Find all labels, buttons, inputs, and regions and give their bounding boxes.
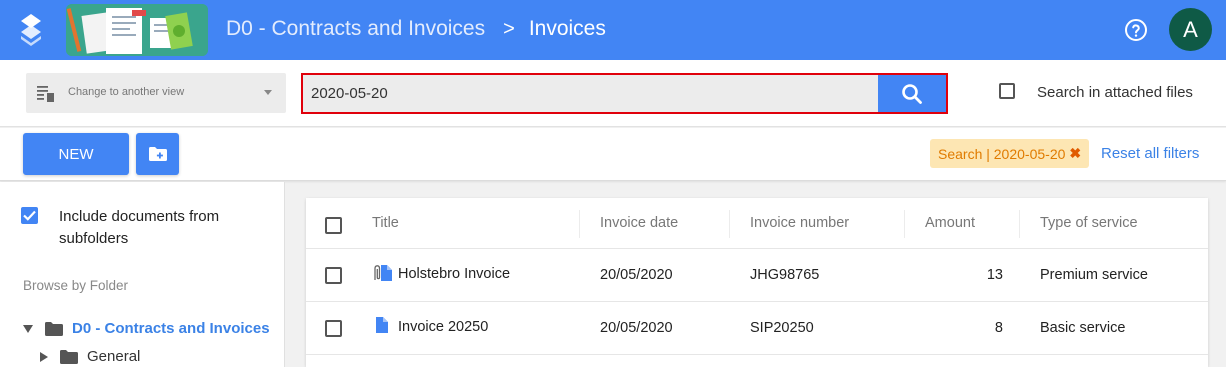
library-banner-image — [66, 4, 208, 56]
collapsed-caret-icon[interactable] — [40, 351, 48, 362]
row-title[interactable]: Invoice 20250 — [398, 319, 488, 335]
column-divider — [1019, 210, 1020, 238]
row-invoice-number: JHG98765 — [750, 267, 820, 283]
app-logo-icon[interactable] — [18, 14, 44, 46]
search-icon — [902, 83, 922, 104]
folder-tree-label: D0 - Contracts and Invoices — [72, 320, 270, 337]
view-select[interactable]: Change to another view — [26, 73, 286, 113]
row-type-of-service: Basic service — [1040, 320, 1126, 336]
folder-tree-item-root[interactable]: D0 - Contracts and Invoices — [23, 320, 270, 337]
search-filter-chip[interactable]: Search | 2020-05-20 ✖ — [930, 139, 1090, 168]
documents-table: Title Invoice date Invoice number Amount… — [306, 198, 1208, 367]
breadcrumb-separator-icon: > — [503, 17, 515, 40]
row-checkbox[interactable] — [325, 267, 342, 284]
table-row[interactable]: Invoice 20250 20/05/2020 SIP20250 8 Basi… — [306, 302, 1208, 355]
row-amount: 13 — [986, 267, 1003, 283]
folder-add-icon — [148, 147, 167, 161]
folder-icon — [45, 321, 63, 336]
search-attached-files-label: Search in attached files — [1037, 84, 1193, 101]
reset-filters-link[interactable]: Reset all filters — [1101, 145, 1199, 162]
search-box — [301, 73, 948, 114]
folder-tree-item-general[interactable]: General — [40, 348, 140, 365]
column-header-invoice-date[interactable]: Invoice date — [600, 215, 678, 231]
row-title[interactable]: Holstebro Invoice — [398, 266, 510, 282]
column-header-title[interactable]: Title — [372, 215, 399, 231]
expanded-caret-icon[interactable] — [23, 324, 33, 333]
column-header-invoice-number[interactable]: Invoice number — [750, 215, 849, 231]
search-input[interactable] — [303, 75, 876, 112]
chevron-down-icon — [264, 90, 272, 95]
include-subfolders-checkbox[interactable] — [21, 207, 38, 224]
folder-icon — [60, 349, 78, 364]
new-button[interactable]: NEW — [23, 133, 129, 175]
list-view-icon — [37, 86, 54, 102]
app-header: D0 - Contracts and Invoices > Invoices A — [0, 0, 1226, 60]
view-select-label: Change to another view — [68, 86, 185, 98]
help-icon[interactable] — [1124, 18, 1148, 42]
table-header-row: Title Invoice date Invoice number Amount… — [306, 198, 1208, 249]
row-amount: 8 — [994, 320, 1003, 336]
search-button[interactable] — [878, 75, 946, 112]
row-checkbox[interactable] — [325, 320, 342, 337]
column-divider — [729, 210, 730, 238]
search-row: Change to another view Search in attache… — [0, 60, 1226, 127]
select-all-checkbox[interactable] — [325, 217, 342, 234]
column-header-amount[interactable]: Amount — [925, 215, 975, 231]
new-folder-button[interactable] — [136, 133, 179, 175]
sidebar: Include documents from subfolders Browse… — [0, 182, 285, 367]
breadcrumb-parent[interactable]: D0 - Contracts and Invoices — [226, 17, 485, 41]
browse-by-folder-heading: Browse by Folder — [23, 278, 129, 293]
document-icon — [376, 317, 388, 333]
user-avatar[interactable]: A — [1169, 8, 1212, 51]
search-attached-files-checkbox[interactable] — [999, 83, 1015, 99]
row-type-of-service: Premium service — [1040, 267, 1148, 283]
table-row[interactable]: Holstebro Invoice 20/05/2020 JHG98765 13… — [306, 249, 1208, 302]
breadcrumb: D0 - Contracts and Invoices > Invoices — [226, 17, 606, 41]
column-divider — [579, 210, 580, 238]
checkmark-icon — [23, 210, 36, 221]
row-invoice-date: 20/05/2020 — [600, 267, 673, 283]
row-invoice-number: SIP20250 — [750, 320, 814, 336]
document-with-attachment-icon — [374, 265, 392, 281]
folder-tree-label: General — [87, 348, 141, 365]
column-divider — [904, 210, 905, 238]
close-icon[interactable]: ✖ — [1069, 145, 1081, 162]
column-header-type-of-service[interactable]: Type of service — [1040, 215, 1138, 231]
toolbar: NEW Search | 2020-05-20 ✖ Reset all filt… — [0, 128, 1226, 181]
row-invoice-date: 20/05/2020 — [600, 320, 673, 336]
search-filter-chip-label: Search | 2020-05-20 — [938, 145, 1066, 162]
breadcrumb-current: Invoices — [528, 17, 606, 40]
include-subfolders-label: Include documents from subfolders — [59, 208, 220, 247]
